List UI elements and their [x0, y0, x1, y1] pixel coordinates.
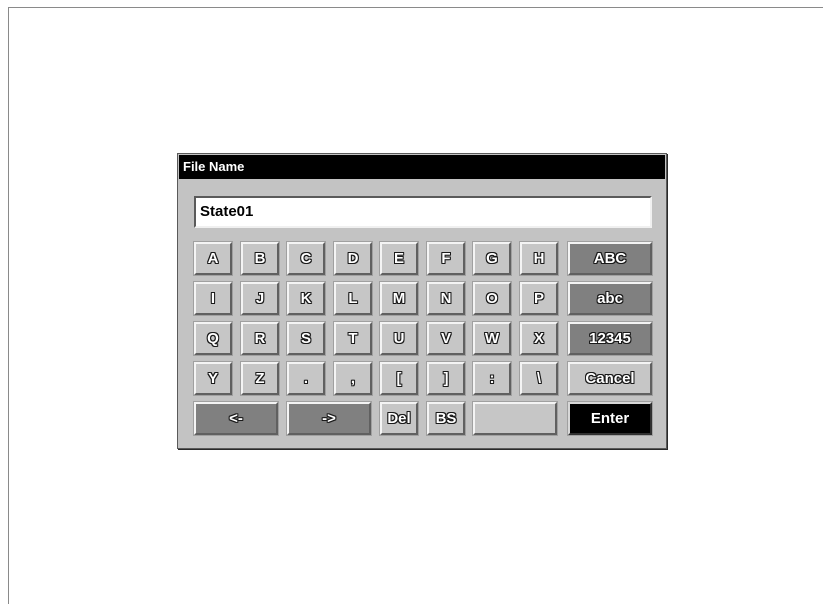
key-z[interactable]: Z: [240, 361, 280, 396]
key-y[interactable]: Y: [193, 361, 233, 396]
key-p[interactable]: P: [519, 281, 559, 316]
key-v[interactable]: V: [426, 321, 466, 356]
key-o[interactable]: O: [472, 281, 512, 316]
key-n[interactable]: N: [426, 281, 466, 316]
filename-input[interactable]: State01: [194, 196, 652, 228]
key-t[interactable]: T: [333, 321, 373, 356]
key-b[interactable]: B: [240, 241, 280, 276]
key-h[interactable]: H: [519, 241, 559, 276]
key-a[interactable]: A: [193, 241, 233, 276]
key-colon[interactable]: :: [472, 361, 512, 396]
uppercase-mode-button[interactable]: ABC: [567, 241, 653, 276]
key-c[interactable]: C: [286, 241, 326, 276]
key-backslash[interactable]: \: [519, 361, 559, 396]
key-i[interactable]: I: [193, 281, 233, 316]
key-right-bracket[interactable]: ]: [426, 361, 466, 396]
blank-key[interactable]: [472, 401, 558, 436]
key-period[interactable]: .: [286, 361, 326, 396]
key-k[interactable]: K: [286, 281, 326, 316]
numeric-mode-button[interactable]: 12345: [567, 321, 653, 356]
key-l[interactable]: L: [333, 281, 373, 316]
delete-button[interactable]: Del: [379, 401, 419, 436]
key-f[interactable]: F: [426, 241, 466, 276]
key-left-bracket[interactable]: [: [379, 361, 419, 396]
key-u[interactable]: U: [379, 321, 419, 356]
key-d[interactable]: D: [333, 241, 373, 276]
enter-button[interactable]: Enter: [567, 401, 653, 436]
cursor-right-button[interactable]: ->: [286, 401, 372, 436]
file-name-dialog: File Name State01 A B C D E F G H ABC I …: [177, 153, 667, 449]
backspace-button[interactable]: BS: [426, 401, 466, 436]
key-q[interactable]: Q: [193, 321, 233, 356]
key-r[interactable]: R: [240, 321, 280, 356]
key-g[interactable]: G: [472, 241, 512, 276]
key-j[interactable]: J: [240, 281, 280, 316]
lowercase-mode-button[interactable]: abc: [567, 281, 653, 316]
key-s[interactable]: S: [286, 321, 326, 356]
key-comma[interactable]: ,: [333, 361, 373, 396]
key-m[interactable]: M: [379, 281, 419, 316]
cursor-left-button[interactable]: <-: [193, 401, 279, 436]
key-w[interactable]: W: [472, 321, 512, 356]
dialog-title: File Name: [179, 155, 665, 179]
cancel-button[interactable]: Cancel: [567, 361, 653, 396]
window-frame-left: [8, 7, 9, 604]
window-frame-top: [8, 7, 823, 8]
key-x[interactable]: X: [519, 321, 559, 356]
key-e[interactable]: E: [379, 241, 419, 276]
